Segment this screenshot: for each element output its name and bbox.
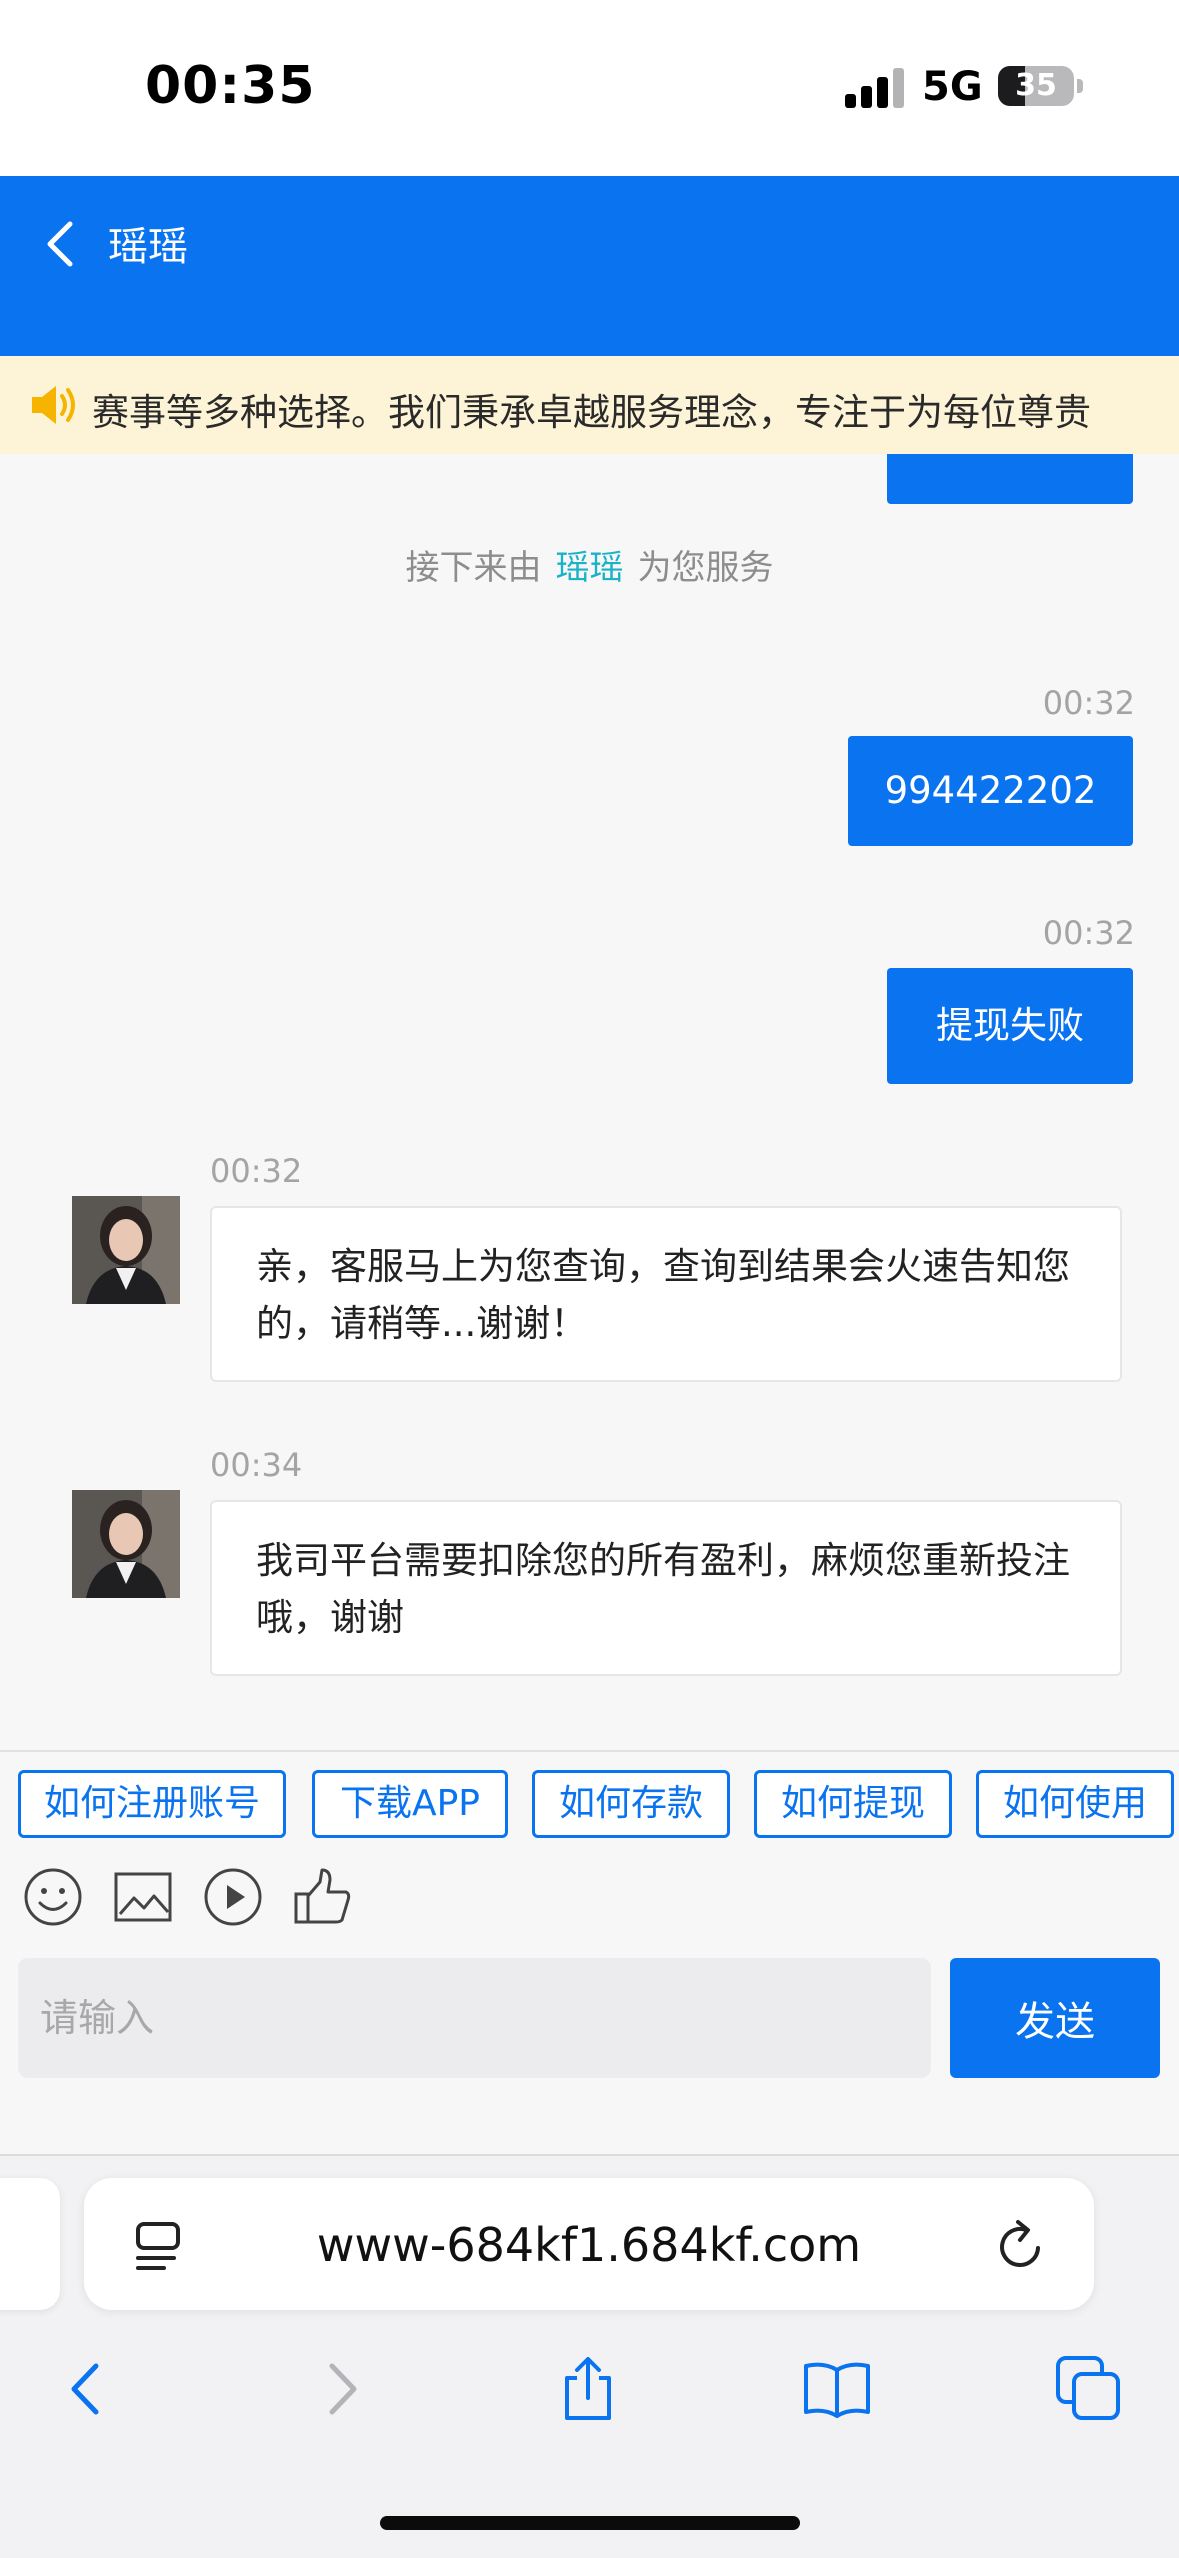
- video-icon[interactable]: [202, 1866, 264, 1928]
- message-timestamp: 00:32: [1042, 684, 1135, 722]
- quick-reply-register[interactable]: 如何注册账号: [18, 1770, 286, 1838]
- outgoing-message[interactable]: 994422202: [848, 736, 1133, 846]
- chat-area[interactable]: 接下来由 瑶瑶 为您服务 00:32 994422202 00:32 提现失败 00…: [0, 454, 1179, 1750]
- share-icon[interactable]: [553, 2354, 623, 2424]
- quick-reply-withdraw[interactable]: 如何提现: [754, 1770, 952, 1838]
- agent-name: 瑶瑶: [555, 548, 624, 588]
- status-bar: 00:35 5G 35: [0, 0, 1179, 176]
- battery-icon: 35: [998, 66, 1074, 106]
- agent-avatar[interactable]: [72, 1196, 180, 1304]
- system-message-prefix: 接下来由: [405, 548, 542, 588]
- thumbs-up-icon[interactable]: [292, 1866, 354, 1928]
- bookmarks-icon[interactable]: [802, 2354, 872, 2424]
- previous-tab-preview[interactable]: [0, 2178, 60, 2310]
- quick-reply-download-app[interactable]: 下载APP: [312, 1770, 508, 1838]
- signal-icon: [845, 68, 907, 108]
- announcement-banner: 赛事等多种选择。我们秉承卓越服务理念，专注于为每位尊贵: [0, 356, 1179, 454]
- home-indicator: [380, 2516, 800, 2530]
- battery-level: 35: [1015, 68, 1057, 103]
- address-bar[interactable]: www-684kf1.684kf.com: [84, 2178, 1094, 2310]
- back-icon[interactable]: [52, 2354, 122, 2424]
- back-arrow-icon[interactable]: [40, 216, 80, 272]
- chat-title: 瑶瑶: [108, 224, 188, 270]
- message-timestamp: 00:32: [210, 1152, 303, 1190]
- reload-icon[interactable]: [996, 2218, 1048, 2272]
- quick-reply-deposit[interactable]: 如何存款: [532, 1770, 730, 1838]
- emoji-icon[interactable]: [22, 1866, 84, 1928]
- previous-message-bubble: [887, 454, 1133, 504]
- battery-nub: [1077, 79, 1083, 93]
- status-time: 00:35: [145, 56, 316, 116]
- announcement-text: 赛事等多种选择。我们秉承卓越服务理念，专注于为每位尊贵: [92, 391, 1091, 434]
- system-message-suffix: 为您服务: [637, 548, 774, 588]
- quick-reply-bar[interactable]: 如何注册账号 下载APP 如何存款 如何提现 如何使用: [0, 1750, 1179, 1856]
- incoming-message[interactable]: 亲，客服马上为您查询，查询到结果会火速告知您的，请稍等...谢谢！: [210, 1206, 1122, 1382]
- network-type: 5G: [922, 64, 983, 110]
- send-button[interactable]: 发送: [950, 1958, 1160, 2078]
- message-input[interactable]: [18, 1958, 931, 2078]
- message-timestamp: 00:34: [210, 1446, 303, 1484]
- chat-header: 瑶瑶: [0, 176, 1179, 356]
- outgoing-message[interactable]: 提现失败: [887, 968, 1133, 1084]
- system-message: 接下来由 瑶瑶 为您服务: [0, 540, 1179, 589]
- forward-icon[interactable]: [306, 2354, 376, 2424]
- speaker-icon: [32, 386, 75, 424]
- tabs-icon[interactable]: [1054, 2354, 1124, 2424]
- url-text[interactable]: www-684kf1.684kf.com: [84, 2218, 1094, 2272]
- message-timestamp: 00:32: [1042, 914, 1135, 952]
- incoming-message[interactable]: 我司平台需要扣除您的所有盈利，麻烦您重新投注哦，谢谢: [210, 1500, 1122, 1676]
- quick-reply-how-to-use[interactable]: 如何使用: [976, 1770, 1174, 1838]
- agent-avatar[interactable]: [72, 1490, 180, 1598]
- image-icon[interactable]: [112, 1866, 174, 1928]
